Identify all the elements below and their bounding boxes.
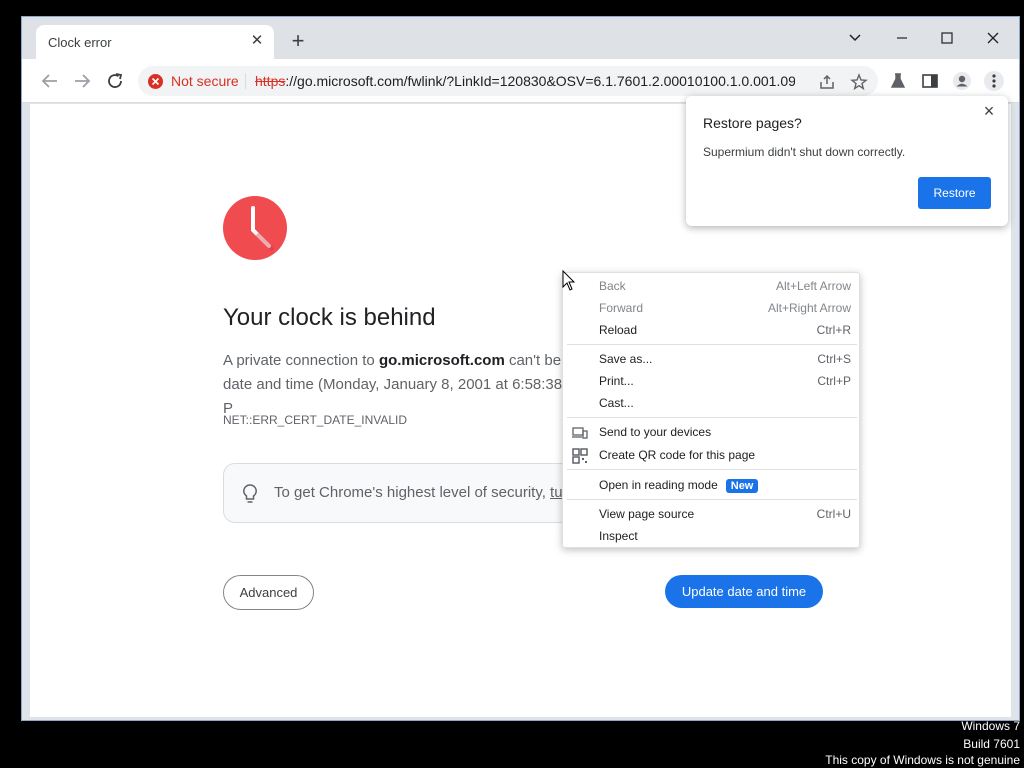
menu-item-shortcut: Ctrl+S	[817, 352, 851, 366]
menu-item-label: View page source	[599, 507, 695, 521]
side-panel-icon[interactable]	[920, 71, 940, 91]
new-badge: New	[725, 479, 759, 493]
update-date-time-button[interactable]: Update date and time	[665, 575, 823, 608]
mouse-cursor-icon	[562, 269, 576, 292]
popup-close-icon[interactable]: ×	[980, 102, 998, 120]
watermark-line3: This copy of Windows is not genuine	[825, 753, 1020, 767]
menu-item-shortcut: Alt+Left Arrow	[775, 279, 851, 293]
clock-icon	[223, 196, 287, 260]
menu-item-label: Cast...	[599, 396, 634, 410]
advanced-button[interactable]: Advanced	[223, 575, 314, 610]
not-secure-icon[interactable]	[148, 74, 163, 89]
menu-item-send-to-devices[interactable]: Send to your devices	[563, 422, 859, 444]
menu-kebab-icon[interactable]	[984, 71, 1004, 91]
labs-flask-icon[interactable]	[888, 71, 908, 91]
menu-item-label: Forward	[599, 301, 644, 315]
forward-arrow-icon[interactable]	[70, 69, 94, 93]
menu-item-label: Save as...	[599, 352, 653, 366]
menu-item-label: Create QR code for this page	[599, 448, 756, 462]
bookmark-star-icon[interactable]	[850, 73, 868, 91]
context-menu: Back Alt+Left Arrow Forward Alt+Right Ar…	[562, 272, 860, 548]
watermark-line1: Windows 7	[961, 719, 1020, 733]
menu-item-shortcut: Ctrl+U	[816, 507, 851, 521]
reload-icon[interactable]	[103, 69, 127, 93]
menu-item-forward[interactable]: Forward Alt+Right Arrow	[563, 298, 859, 320]
tab-strip: Clock error ✕ +	[22, 17, 1019, 59]
address-bar[interactable]: Not secure https://go.microsoft.com/fwli…	[138, 66, 878, 96]
url-text[interactable]: https://go.microsoft.com/fwlink/?LinkId=…	[255, 73, 795, 89]
desc-mid: can't be	[504, 352, 562, 369]
tab-clock-error[interactable]: Clock error ✕	[36, 25, 274, 59]
menu-item-label: Open in reading mode New	[599, 478, 759, 493]
popup-title: Restore pages?	[703, 115, 802, 131]
desc-prefix: A private connection to	[223, 352, 379, 369]
error-code[interactable]: NET::ERR_CERT_DATE_INVALID	[223, 413, 407, 427]
menu-item-save-as[interactable]: Save as... Ctrl+S	[563, 349, 859, 371]
menu-separator	[567, 469, 857, 470]
qr-code-icon	[572, 448, 588, 464]
menu-item-label: Print...	[599, 374, 634, 388]
tip-text: To get Chrome's highest level of securit…	[274, 484, 568, 501]
desktop: Clock error ✕ + Not secure https://go.mi…	[0, 0, 1024, 768]
watermark-line2: Build 7601	[963, 737, 1020, 751]
profile-avatar-icon[interactable]	[952, 71, 972, 91]
back-arrow-icon[interactable]	[38, 69, 62, 93]
menu-separator	[567, 344, 857, 345]
tip-text-main: To get Chrome's highest level of securit…	[274, 484, 551, 501]
menu-item-view-source[interactable]: View page source Ctrl+U	[563, 504, 859, 526]
url-rest: ://go.microsoft.com/fwlink/?LinkId=12083…	[285, 73, 795, 89]
devices-icon	[572, 425, 588, 441]
menu-item-label: Inspect	[599, 529, 638, 543]
tab-close-icon[interactable]: ✕	[248, 32, 266, 50]
menu-item-label: Reload	[599, 323, 638, 337]
tab-title: Clock error	[48, 35, 112, 50]
restore-pages-popup: Restore pages? × Supermium didn't shut d…	[686, 96, 1008, 226]
desc-domain: go.microsoft.com	[378, 352, 505, 369]
error-heading: Your clock is behind	[223, 304, 436, 331]
security-label[interactable]: Not secure	[171, 73, 239, 89]
menu-item-reading-mode[interactable]: Open in reading mode New	[563, 475, 859, 497]
menu-item-shortcut: Alt+Right Arrow	[767, 301, 851, 315]
menu-item-print[interactable]: Print... Ctrl+P	[563, 371, 859, 393]
share-icon[interactable]	[818, 73, 836, 91]
menu-item-create-qr[interactable]: Create QR code for this page	[563, 445, 859, 467]
popup-message: Supermium didn't shut down correctly.	[703, 145, 906, 159]
menu-separator	[567, 499, 857, 500]
menu-item-back[interactable]: Back Alt+Left Arrow	[563, 276, 859, 298]
minimize-icon[interactable]	[882, 25, 922, 53]
lightbulb-icon	[240, 483, 260, 505]
menu-item-inspect[interactable]: Inspect	[563, 526, 859, 548]
desc-line2: date and time (Monday, January 8, 2001 a…	[223, 376, 563, 417]
menu-item-shortcut: Ctrl+R	[816, 323, 851, 337]
menu-separator	[567, 417, 857, 418]
new-tab-icon[interactable]: +	[286, 30, 310, 54]
error-description: A private connection to go.microsoft.com…	[223, 349, 563, 421]
tab-search-icon[interactable]	[835, 25, 875, 53]
menu-item-label: Send to your devices	[599, 425, 712, 439]
url-scheme: https	[255, 73, 286, 89]
maximize-icon[interactable]	[927, 25, 967, 53]
restore-button[interactable]: Restore	[918, 177, 991, 209]
menu-item-cast[interactable]: Cast...	[563, 393, 859, 415]
menu-item-label: Back	[599, 279, 626, 293]
address-divider	[245, 73, 246, 89]
menu-item-shortcut: Ctrl+P	[817, 374, 851, 388]
menu-item-reload[interactable]: Reload Ctrl+R	[563, 320, 859, 342]
reading-mode-label: Open in reading mode	[599, 478, 718, 492]
close-window-icon[interactable]	[973, 25, 1013, 53]
